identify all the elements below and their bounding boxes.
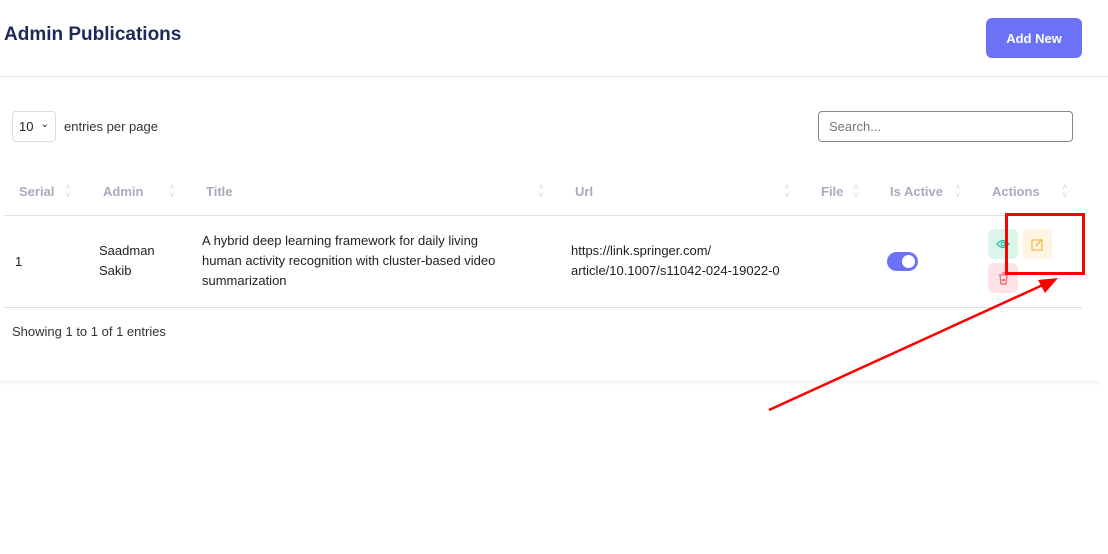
annotation-arrow	[768, 278, 1058, 412]
